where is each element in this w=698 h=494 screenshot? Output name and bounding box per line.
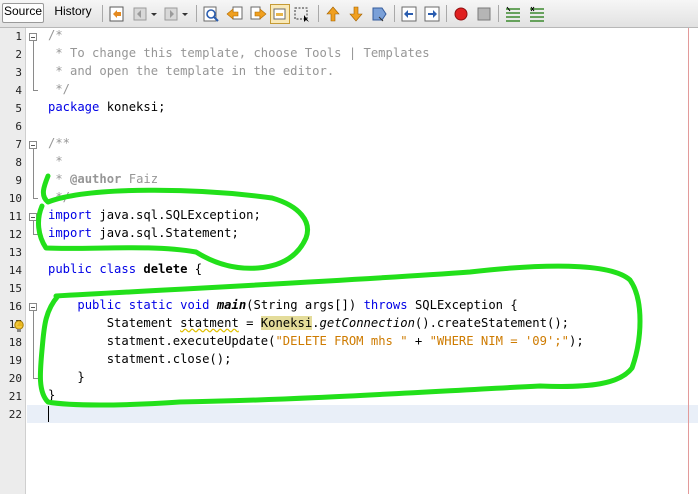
line-number: 16 bbox=[8, 300, 22, 313]
editor-toolbar: Source History bbox=[0, 0, 698, 28]
dropdown-arrow-icon[interactable] bbox=[180, 5, 190, 23]
line-number: 22 bbox=[8, 408, 22, 421]
fold-toggle-icon[interactable] bbox=[29, 303, 37, 311]
line-number: 10 bbox=[8, 192, 22, 205]
find-previous-icon[interactable] bbox=[226, 5, 244, 23]
last-edit-icon[interactable] bbox=[108, 5, 126, 23]
line-number: 18 bbox=[8, 336, 22, 349]
keyword-import: import bbox=[48, 226, 93, 240]
fold-toggle-icon[interactable] bbox=[29, 33, 37, 41]
code-line[interactable]: * bbox=[48, 154, 62, 172]
keyword-import: import bbox=[48, 208, 93, 222]
line-number: 13 bbox=[8, 246, 22, 259]
tab-source[interactable]: Source bbox=[2, 3, 44, 23]
toolbar-separator bbox=[318, 5, 319, 22]
toolbar-separator bbox=[394, 5, 395, 22]
find-icon[interactable] bbox=[202, 5, 220, 23]
uncomment-icon[interactable] bbox=[528, 5, 546, 23]
stop-macro-icon[interactable] bbox=[475, 5, 493, 23]
keyword-package: package bbox=[48, 100, 100, 114]
forward-icon[interactable] bbox=[162, 5, 180, 23]
fold-guide bbox=[33, 90, 38, 91]
find-next-icon[interactable] bbox=[249, 5, 267, 23]
code-line[interactable]: } bbox=[48, 388, 55, 406]
line-number: 15 bbox=[8, 282, 22, 295]
code-line[interactable]: * @author Faiz bbox=[48, 172, 158, 190]
toggle-bookmark-icon[interactable] bbox=[370, 5, 388, 23]
line-number: 5 bbox=[15, 102, 22, 115]
code-line[interactable]: statment.executeUpdate("DELETE FROM mhs … bbox=[48, 334, 584, 352]
line-number: 20 bbox=[8, 372, 22, 385]
code-editor[interactable] bbox=[27, 28, 698, 494]
toggle-highlight-icon[interactable] bbox=[270, 4, 290, 24]
code-line[interactable]: /* bbox=[48, 28, 63, 46]
line-number: 7 bbox=[15, 138, 22, 151]
code-line[interactable]: public class delete { bbox=[48, 262, 202, 280]
line-number: 19 bbox=[8, 354, 22, 367]
javadoc-tag: @author bbox=[70, 172, 122, 186]
toolbar-separator bbox=[446, 5, 447, 22]
text-caret bbox=[48, 406, 49, 422]
toolbar-separator bbox=[102, 5, 103, 22]
toolbar-separator bbox=[498, 5, 499, 22]
code-line[interactable]: */ bbox=[48, 82, 70, 100]
fold-guide bbox=[33, 198, 38, 199]
back-icon[interactable] bbox=[131, 5, 149, 23]
code-line[interactable]: * and open the template in the editor. bbox=[48, 64, 334, 82]
code-line[interactable]: } bbox=[48, 370, 84, 388]
line-number: 9 bbox=[15, 174, 22, 187]
fold-guide bbox=[33, 378, 38, 379]
line-number: 6 bbox=[15, 120, 22, 133]
shift-right-icon[interactable] bbox=[423, 5, 441, 23]
line-number: 4 bbox=[15, 84, 22, 97]
line-number: 3 bbox=[15, 66, 22, 79]
right-margin-guide bbox=[688, 28, 689, 494]
line-number: 14 bbox=[8, 264, 22, 277]
fold-guide bbox=[33, 149, 34, 198]
code-line[interactable]: public static void main(String args[]) t… bbox=[48, 298, 517, 316]
line-number: 1 bbox=[15, 30, 22, 43]
line-number: 21 bbox=[8, 390, 22, 403]
code-line[interactable]: Statement statment = Koneksi.getConnecti… bbox=[48, 316, 569, 334]
fold-guide bbox=[33, 234, 38, 235]
fold-toggle-icon[interactable] bbox=[29, 213, 37, 221]
warning-bulb-icon[interactable] bbox=[13, 318, 26, 332]
code-line[interactable]: package koneksi; bbox=[48, 100, 165, 118]
fold-toggle-icon[interactable] bbox=[29, 141, 37, 149]
shift-left-icon[interactable] bbox=[400, 5, 418, 23]
code-line[interactable]: import java.sql.SQLException; bbox=[48, 208, 261, 226]
line-number: 2 bbox=[15, 48, 22, 61]
code-line[interactable]: statment.close(); bbox=[48, 352, 232, 370]
code-line[interactable]: /** bbox=[48, 136, 70, 154]
tab-history[interactable]: History bbox=[48, 3, 98, 23]
code-line[interactable]: import java.sql.Statement; bbox=[48, 226, 239, 244]
rectangular-selection-icon[interactable] bbox=[293, 5, 311, 23]
comment-icon[interactable] bbox=[504, 5, 522, 23]
line-number: 12 bbox=[8, 228, 22, 241]
fold-guide bbox=[33, 221, 34, 234]
fold-guide bbox=[33, 311, 34, 378]
start-macro-icon[interactable] bbox=[452, 5, 470, 23]
previous-bookmark-icon[interactable] bbox=[324, 5, 342, 23]
next-bookmark-icon[interactable] bbox=[347, 5, 365, 23]
code-line[interactable]: * To change this template, choose Tools … bbox=[48, 46, 429, 64]
toolbar-separator bbox=[196, 5, 197, 22]
current-line-highlight bbox=[27, 405, 698, 423]
code-line[interactable]: */ bbox=[48, 190, 70, 208]
line-number: 8 bbox=[15, 156, 22, 169]
dropdown-arrow-icon[interactable] bbox=[149, 5, 159, 23]
line-number: 11 bbox=[8, 210, 22, 223]
fold-guide bbox=[33, 41, 34, 90]
